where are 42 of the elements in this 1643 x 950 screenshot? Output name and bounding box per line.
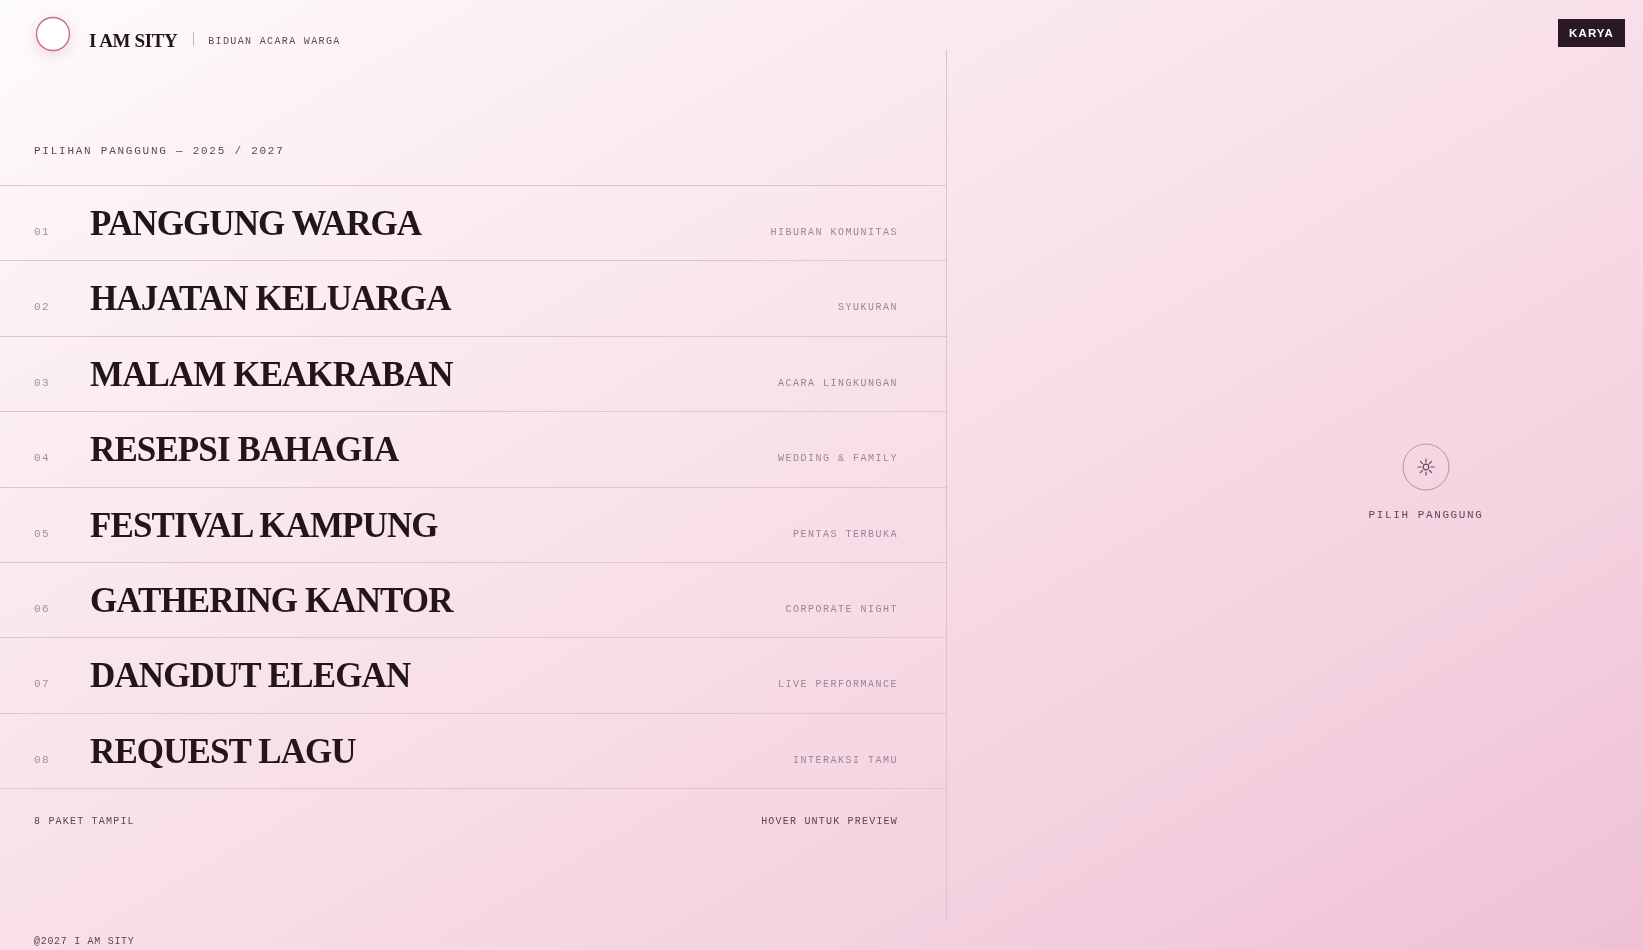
package-row[interactable]: 03 MALAM KEAKRABAN ACARA LINGKUNGAN <box>0 336 946 413</box>
category-label: WEDDING & FAMILY <box>778 453 898 465</box>
row-number: 08 <box>34 753 51 766</box>
package-row[interactable]: 08 REQUEST LAGU INTERAKSI TAMU <box>0 713 946 790</box>
preview-hint: HOVER UNTUK PREVIEW <box>761 815 898 830</box>
package-title: GATHERING KANTOR <box>90 582 455 618</box>
package-row[interactable]: 02 HAJATAN KELUARGA SYUKURAN <box>0 261 946 337</box>
preview-label: PILIH PANGGUNG <box>1368 508 1484 522</box>
package-title: MALAM KEAKRABAN <box>90 356 454 392</box>
sun-icon <box>1402 443 1450 491</box>
row-number: 07 <box>34 678 51 691</box>
section-heading: PILIHAN PANGGUNG — 2025 / 2027 <box>33 144 286 158</box>
package-title: REQUEST LAGU <box>90 733 357 769</box>
category-label: HIBURAN KOMUNITAS <box>770 227 898 238</box>
package-row[interactable]: 07 DANGDUT ELEGAN LIVE PERFORMANCE <box>0 638 946 714</box>
category-label: INTERAKSI TAMU <box>793 754 898 766</box>
package-title: RESEPSI BAHAGIA <box>90 432 400 468</box>
row-number: 01 <box>34 226 51 238</box>
row-number: 03 <box>34 376 51 389</box>
circle-logo-icon <box>35 16 71 52</box>
package-row[interactable]: 05 FESTIVAL KAMPUNG PENTAS TERBUKA <box>0 487 946 563</box>
brand-name: I AM SITY <box>89 31 178 50</box>
package-row[interactable]: 01 PANGGUNG WARGA HIBURAN KOMUNITAS <box>0 186 946 262</box>
row-number: 05 <box>34 527 51 540</box>
row-number: 02 <box>34 301 51 314</box>
category-label: PENTAS TERBUKA <box>793 528 898 540</box>
package-title: HAJATAN KELUARGA <box>90 281 453 317</box>
package-title: FESTIVAL KAMPUNG <box>90 507 439 543</box>
category-label: ACARA LINGKUNGAN <box>778 377 898 389</box>
package-title: DANGDUT ELEGAN <box>90 658 412 694</box>
package-row[interactable]: 04 RESEPSI BAHAGIA WEDDING & FAMILY <box>0 412 946 488</box>
package-count: 8 PAKET TAMPIL <box>34 815 135 830</box>
copyright-text: @2027 I AM SITY <box>34 935 135 949</box>
nav-button[interactable]: KARYA <box>1558 19 1625 47</box>
brand-tagline: BIDUAN ACARA WARGA <box>208 35 341 49</box>
category-label: SYUKURAN <box>838 302 898 314</box>
package-title: PANGGUNG WARGA <box>90 206 423 241</box>
package-row[interactable]: 06 GATHERING KANTOR CORPORATE NIGHT <box>0 562 946 639</box>
category-label: CORPORATE NIGHT <box>785 603 898 615</box>
row-number: 06 <box>34 602 51 615</box>
row-number: 04 <box>34 452 51 465</box>
category-label: LIVE PERFORMANCE <box>778 679 898 691</box>
